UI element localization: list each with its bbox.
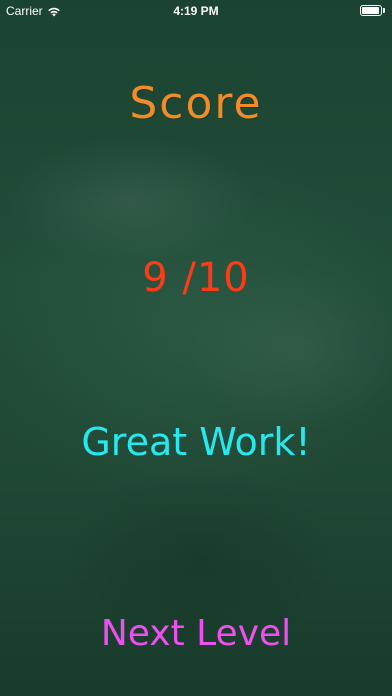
feedback-message: Great Work! [81, 420, 311, 464]
score-value: 9 /10 [142, 255, 250, 301]
battery-icon [360, 5, 385, 16]
score-title: Score [129, 78, 263, 129]
status-bar: Carrier 4:19 PM [0, 0, 392, 22]
status-time: 4:19 PM [173, 4, 219, 18]
next-level-button[interactable]: Next Level [60, 608, 332, 660]
